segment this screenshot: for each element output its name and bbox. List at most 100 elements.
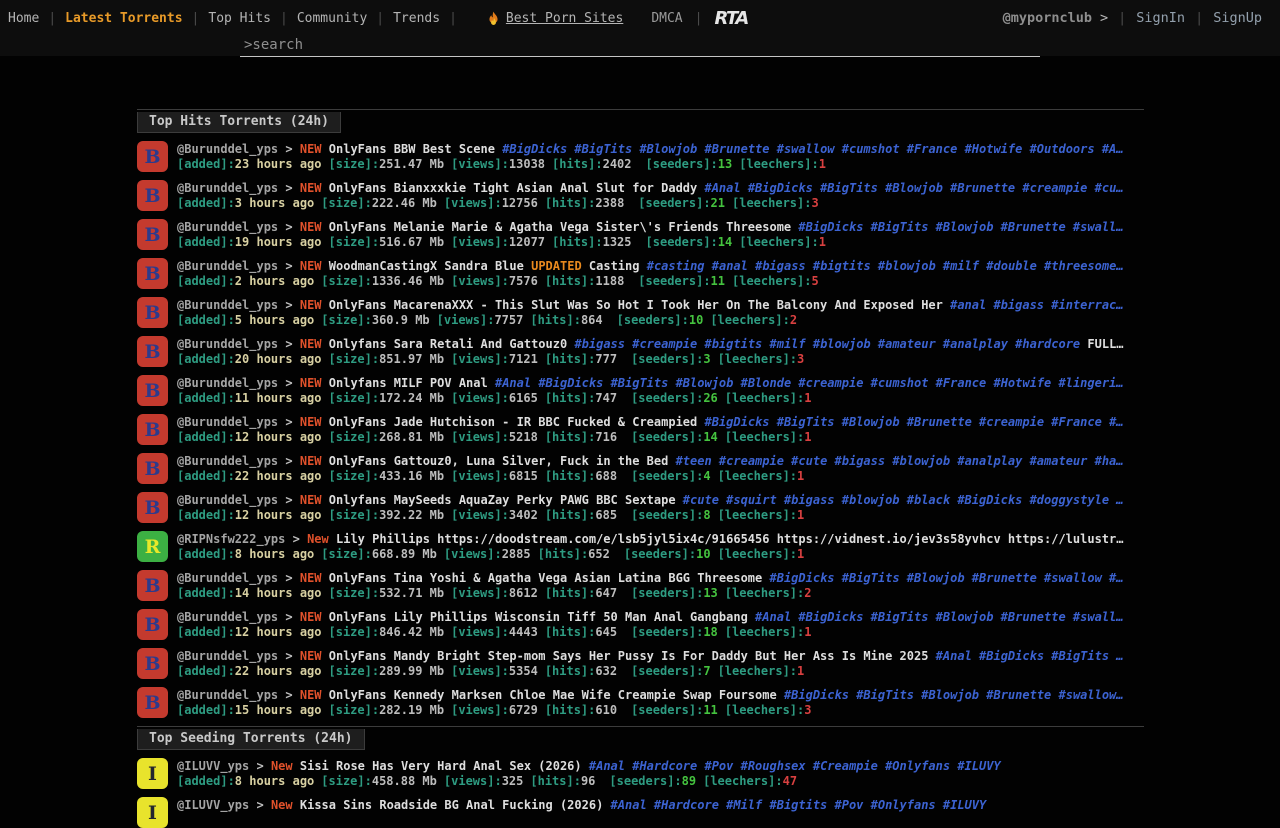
rta-logo[interactable]: RTA	[714, 8, 747, 29]
torrent-tags[interactable]: #BigDicks #BigTits #Blowjob #Brunette #s…	[770, 571, 1124, 585]
meta-size: [size]:268.81 Mb	[329, 430, 445, 444]
nav-item-top-hits[interactable]: Top Hits	[199, 11, 280, 26]
torrent-title[interactable]: Onlyfans Sara Retali And Gattouz0	[329, 337, 567, 351]
meta-hits: [hits]:1188	[545, 274, 624, 288]
uploader-name[interactable]: @Burunddel_yps	[177, 181, 278, 195]
torrent-tags[interactable]: #BigDicks #BigTits #Blowjob #Brunette #s…	[784, 688, 1124, 702]
uploader-name[interactable]: @Burunddel_yps	[177, 298, 278, 312]
meta-leechers: [leechers]:1	[718, 508, 805, 522]
torrent-title[interactable]: OnlyFans Gattouz0, Luna Silver, Fuck in …	[329, 454, 669, 468]
torrent-title[interactable]: Sisi Rose Has Very Hard Anal Sex (2026)	[300, 759, 582, 773]
torrent-tags[interactable]: #Anal #BigDicks #BigTits …	[936, 649, 1124, 663]
uploader-avatar[interactable]: B	[137, 609, 168, 640]
torrent-tags[interactable]: #teen #creampie #cute #bigass #blowjob #…	[676, 454, 1124, 468]
uploader-avatar[interactable]: B	[137, 336, 168, 367]
torrent-title-line: @Burunddel_yps > NEW Onlyfans MaySeeds A…	[177, 492, 1144, 508]
torrent-title-cont[interactable]: Casting	[589, 259, 640, 273]
torrent-title[interactable]: Onlyfans MILF POV Anal	[329, 376, 488, 390]
torrent-title[interactable]: OnlyFans Melanie Marie & Agatha Vega Sis…	[329, 220, 791, 234]
uploader-name[interactable]: @Burunddel_yps	[177, 376, 278, 390]
meta-views: [views]:3402	[451, 508, 538, 522]
torrent-title[interactable]: OnlyFans Bianxxxkie Tight Asian Anal Slu…	[329, 181, 697, 195]
uploader-name[interactable]: @Burunddel_yps	[177, 454, 278, 468]
torrent-tags[interactable]: #BigDicks #BigTits #Blowjob #Brunette #s…	[502, 142, 1123, 156]
dmca-link[interactable]: DMCA	[651, 11, 694, 26]
torrent-title[interactable]: OnlyFans Tina Yoshi & Agatha Vega Asian …	[329, 571, 762, 585]
uploader-avatar[interactable]: B	[137, 297, 168, 328]
torrent-title[interactable]: OnlyFans BBW Best Scene	[329, 142, 495, 156]
torrent-title[interactable]: OnlyFans MacarenaXXX - This Slut Was So …	[329, 298, 943, 312]
uploader-name[interactable]: @Burunddel_yps	[177, 610, 278, 624]
uploader-name[interactable]: @Burunddel_yps	[177, 220, 278, 234]
views-value: 12756	[502, 196, 538, 210]
uploader-name[interactable]: @Burunddel_yps	[177, 688, 278, 702]
chevron-right-icon: >	[285, 220, 292, 234]
chevron-right-icon: >	[285, 337, 292, 351]
torrent-tags[interactable]: #Anal #Hardcore #Milf #Bigtits #Pov #Onl…	[611, 798, 987, 812]
uploader-name[interactable]: @ILUVV_yps	[177, 759, 249, 773]
torrent-title-line: @Burunddel_yps > NEW Onlyfans Sara Retal…	[177, 336, 1144, 352]
torrent-title[interactable]: OnlyFans Mandy Bright Step-mom Says Her …	[329, 649, 929, 663]
uploader-avatar[interactable]: R	[137, 531, 168, 562]
site-name[interactable]: @mypornclub	[1003, 10, 1092, 26]
search-input[interactable]	[240, 36, 1040, 57]
uploader-name[interactable]: @Burunddel_yps	[177, 142, 278, 156]
nav-item-home[interactable]: Home	[8, 11, 48, 26]
uploader-name[interactable]: @Burunddel_yps	[177, 337, 278, 351]
uploader-name[interactable]: @RIPNsfw222_yps	[177, 532, 285, 546]
torrent-tags[interactable]: #Anal #BigDicks #BigTits #Blowjob #Blond…	[495, 376, 1124, 390]
uploader-avatar[interactable]: B	[137, 492, 168, 523]
signup-link[interactable]: SignUp	[1203, 10, 1272, 26]
uploader-name[interactable]: @Burunddel_yps	[177, 649, 278, 663]
signin-link[interactable]: SignIn	[1126, 10, 1195, 26]
leechers-value: 1	[797, 547, 804, 561]
torrent-title[interactable]: Kissa Sins Roadside BG Anal Fucking (202…	[300, 798, 603, 812]
uploader-avatar[interactable]: B	[137, 141, 168, 172]
uploader-name[interactable]: @Burunddel_yps	[177, 571, 278, 585]
chevron-right-icon: >	[1100, 10, 1108, 26]
uploader-name[interactable]: @Burunddel_yps	[177, 259, 278, 273]
nav-item-community[interactable]: Community	[288, 11, 376, 26]
uploader-name[interactable]: @Burunddel_yps	[177, 493, 278, 507]
torrent-title[interactable]: OnlyFans Kennedy Marksen Chloe Mae Wife …	[329, 688, 777, 702]
meta-seeders: [seeders]:14	[646, 235, 733, 249]
uploader-avatar[interactable]: B	[137, 453, 168, 484]
uploader-name[interactable]: @Burunddel_yps	[177, 415, 278, 429]
torrent-tags[interactable]: #cute #squirt #bigass #blowjob #black #B…	[683, 493, 1124, 507]
uploader-avatar[interactable]: B	[137, 219, 168, 250]
uploader-avatar[interactable]: B	[137, 258, 168, 289]
promo-link[interactable]: Best Porn Sites	[473, 11, 623, 26]
uploader-name[interactable]: @ILUVV_yps	[177, 798, 249, 812]
hits-value: 1188	[595, 274, 624, 288]
nav-item-latest-torrents[interactable]: Latest Torrents	[56, 11, 191, 26]
torrent-tags[interactable]: #Anal #BigDicks #BigTits #Blowjob #Brune…	[704, 181, 1123, 195]
uploader-avatar[interactable]: B	[137, 180, 168, 211]
torrent-tags[interactable]: #anal #bigass #interrac…	[950, 298, 1123, 312]
new-badge: New	[307, 532, 329, 546]
torrent-tags[interactable]: #BigDicks #BigTits #Blowjob #Brunette #s…	[798, 220, 1123, 234]
added-value: 12 hours ago	[235, 508, 322, 522]
uploader-avatar[interactable]: B	[137, 414, 168, 445]
uploader-avatar[interactable]: B	[137, 570, 168, 601]
torrent-title[interactable]: OnlyFans Jade Hutchison - IR BBC Fucked …	[329, 415, 697, 429]
uploader-avatar[interactable]: I	[137, 758, 168, 789]
torrent-tags[interactable]: #casting #anal #bigass #bigtits #blowjob…	[647, 259, 1124, 273]
views-value: 325	[502, 774, 524, 788]
torrent-tags[interactable]: #bigass #creampie #bigtits #milf #blowjo…	[574, 337, 1080, 351]
torrent-title[interactable]: OnlyFans Lily Phillips Wisconsin Tiff 50…	[329, 610, 748, 624]
torrent-tags[interactable]: #BigDicks #BigTits #Blowjob #Brunette #c…	[704, 415, 1123, 429]
uploader-avatar[interactable]: B	[137, 375, 168, 406]
torrent-title[interactable]: Onlyfans MaySeeds AquaZay Perky PAWG BBC…	[329, 493, 676, 507]
torrent-tags[interactable]: #Anal #Hardcore #Pov #Roughsex #Creampie…	[589, 759, 1001, 773]
torrent-tags[interactable]: #Anal #BigDicks #BigTits #Blowjob #Brune…	[755, 610, 1123, 624]
leechers-value: 1	[797, 664, 804, 678]
torrent-title[interactable]: Lily Phillips https://doodstream.com/e/l…	[336, 532, 1123, 546]
new-badge: NEW	[300, 259, 322, 273]
uploader-avatar[interactable]: I	[137, 797, 168, 828]
meta-added: [added]:12 hours ago	[177, 430, 322, 444]
nav-item-trends[interactable]: Trends	[384, 11, 449, 26]
uploader-avatar[interactable]: B	[137, 687, 168, 718]
uploader-avatar[interactable]: B	[137, 648, 168, 679]
size-value: 516.67 Mb	[379, 235, 444, 249]
torrent-title[interactable]: WoodmanCastingX Sandra Blue	[329, 259, 524, 273]
